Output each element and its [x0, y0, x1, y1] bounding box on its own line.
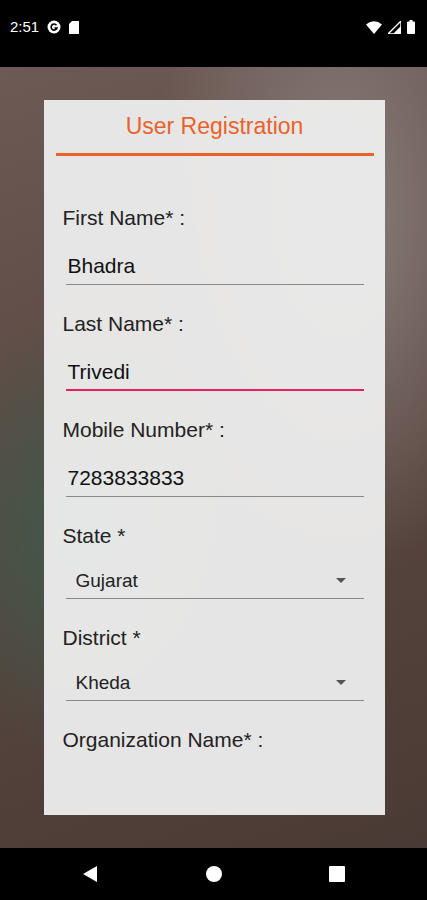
form-title: User Registration — [56, 112, 374, 140]
field-label: Organization Name* : — [63, 726, 374, 754]
input-value: 7283833833 — [68, 464, 185, 492]
field-label: Last Name* : — [63, 310, 374, 338]
dropdown-value: Gujarat — [76, 567, 138, 595]
form-field: Organization Name* : — [56, 726, 374, 754]
text-input[interactable]: Trivedi — [66, 358, 364, 391]
form-field: Last Name* : Trivedi — [56, 310, 374, 391]
field-label: First Name* : — [63, 204, 374, 232]
dropdown-value: Kheda — [76, 669, 131, 697]
background-photo: User Registration First Name* : Bhadra La… — [0, 67, 427, 848]
dropdown[interactable]: Kheda — [66, 669, 364, 701]
status-bar: 2:51 — [0, 0, 427, 67]
sd-card-icon — [69, 21, 79, 34]
back-icon[interactable] — [82, 865, 98, 883]
input-value: Bhadra — [68, 252, 136, 280]
form-field: District * Kheda — [56, 624, 374, 701]
form-field: Mobile Number* : 7283833833 — [56, 416, 374, 497]
screen: 2:51 User Registration First Name* : Bha… — [0, 0, 427, 900]
title-divider — [56, 153, 374, 156]
field-label: District * — [63, 624, 374, 652]
text-input[interactable]: 7283833833 — [66, 464, 364, 497]
form-field: First Name* : Bhadra — [56, 204, 374, 285]
form-field: State * Gujarat — [56, 522, 374, 599]
home-icon[interactable] — [206, 866, 222, 882]
dropdown-arrow-icon — [336, 578, 346, 584]
status-time: 2:51 — [10, 17, 39, 37]
text-input[interactable]: Bhadra — [66, 252, 364, 285]
battery-icon — [407, 20, 415, 34]
dropdown-arrow-icon — [336, 680, 346, 686]
notification-app-icon — [47, 20, 61, 34]
recents-icon[interactable] — [329, 866, 345, 882]
field-label: State * — [63, 522, 374, 550]
navigation-bar — [0, 848, 427, 900]
registration-card: User Registration First Name* : Bhadra La… — [44, 100, 385, 815]
field-label: Mobile Number* : — [63, 416, 374, 444]
dropdown[interactable]: Gujarat — [66, 567, 364, 599]
signal-icon — [388, 21, 401, 34]
wifi-icon — [366, 21, 382, 34]
input-value: Trivedi — [68, 358, 130, 386]
